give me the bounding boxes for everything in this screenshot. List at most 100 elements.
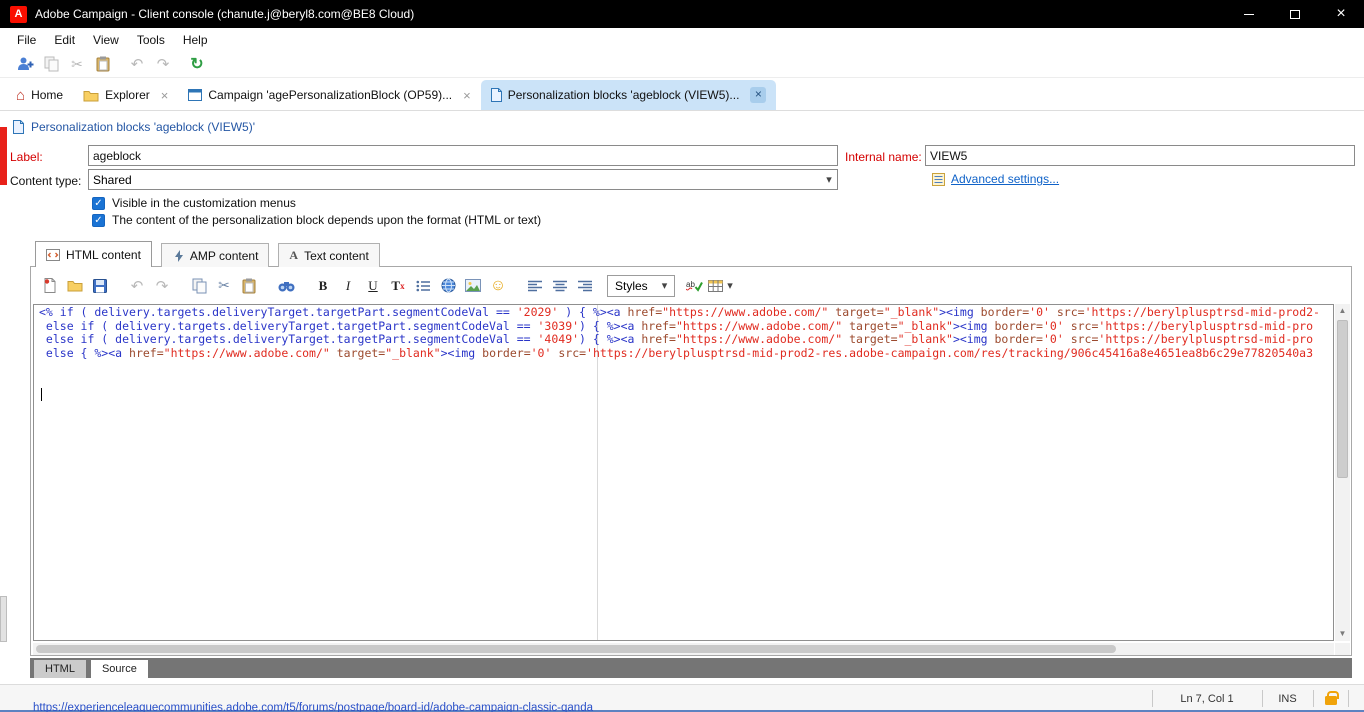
tab-amp-content-label: AMP content: [189, 248, 259, 263]
bold-button[interactable]: B: [312, 275, 334, 297]
copy-button[interactable]: [38, 53, 64, 75]
visible-checkbox[interactable]: ✓: [92, 196, 105, 210]
scissors-icon: ✂: [218, 277, 230, 293]
text-caret: [41, 388, 42, 401]
menubar: File Edit View Tools Help: [0, 28, 1364, 51]
vertical-scrollbar[interactable]: ▲ ▼: [1335, 304, 1350, 641]
new-profile-button[interactable]: [12, 53, 38, 75]
editor-undo-button[interactable]: ↶: [126, 275, 148, 297]
align-right-button[interactable]: [574, 275, 596, 297]
redo-button[interactable]: ↷: [150, 53, 176, 75]
scrollbar-corner: [1335, 643, 1350, 655]
copy-icon: [44, 56, 59, 72]
menu-item-tools[interactable]: Tools: [128, 33, 174, 47]
tab-explorer[interactable]: Explorer ×: [73, 80, 178, 110]
editor-cut-button[interactable]: ✂: [213, 275, 235, 297]
person-add-icon: [17, 56, 34, 72]
label-input[interactable]: [88, 145, 838, 166]
open-button[interactable]: [64, 275, 86, 297]
menu-item-view[interactable]: View: [84, 33, 128, 47]
tab-campaign-close-icon[interactable]: ×: [463, 88, 471, 103]
format-checkbox[interactable]: ✓: [92, 213, 105, 227]
scroll-down-icon[interactable]: ▼: [1335, 627, 1350, 641]
maximize-button[interactable]: [1272, 0, 1318, 28]
tab-campaign-label: Campaign 'agePersonalizationBlock (OP59)…: [208, 88, 453, 102]
editor-paste-button[interactable]: [238, 275, 260, 297]
horizontal-scrollbar[interactable]: [33, 643, 1334, 655]
insert-mode-indicator: INS: [1278, 692, 1297, 705]
tab-explorer-close-icon[interactable]: ×: [161, 88, 169, 103]
vertical-scrollbar-thumb[interactable]: [1337, 320, 1348, 478]
cut-button[interactable]: ✂: [64, 53, 90, 75]
insert-link-button[interactable]: [437, 275, 459, 297]
paste-button[interactable]: [90, 53, 116, 75]
table-menu-button[interactable]: ▾: [708, 275, 733, 297]
undo-button[interactable]: ↶: [124, 53, 150, 75]
content-type-select[interactable]: Shared ▾: [88, 169, 838, 190]
tab-amp-content[interactable]: AMP content: [160, 243, 270, 267]
content-type-caption: Content type:: [10, 174, 82, 188]
refresh-button[interactable]: ↻: [184, 53, 210, 75]
app-window: A Adobe Campaign - Client console (chanu…: [0, 0, 1364, 712]
underline-button[interactable]: U: [362, 275, 384, 297]
smiley-icon: ☺: [489, 276, 507, 294]
table-icon: [708, 279, 724, 292]
new-document-button[interactable]: [39, 275, 61, 297]
align-left-button[interactable]: [524, 275, 546, 297]
insert-emoticon-button[interactable]: ☺: [487, 275, 509, 297]
scissors-icon: ✂: [71, 55, 83, 72]
splitter-handle[interactable]: [0, 596, 7, 642]
align-right-icon: [578, 280, 592, 292]
close-button[interactable]: ×: [1318, 0, 1364, 28]
paste-icon: [242, 278, 256, 294]
lock-cell: [1314, 685, 1347, 712]
remove-format-sub: x: [400, 280, 405, 291]
menu-item-edit[interactable]: Edit: [45, 33, 84, 47]
folder-icon: [83, 89, 99, 102]
code-area[interactable]: <% if ( delivery.targets.deliveryTarget.…: [34, 305, 1320, 387]
internal-name-input[interactable]: [925, 145, 1355, 166]
code-editor[interactable]: <% if ( delivery.targets.deliveryTarget.…: [33, 304, 1334, 641]
view-tab-html[interactable]: HTML: [34, 660, 86, 678]
find-button[interactable]: [275, 275, 297, 297]
tab-home[interactable]: ⌂ Home: [6, 80, 73, 110]
menu-item-help[interactable]: Help: [174, 33, 217, 47]
scroll-up-icon[interactable]: ▲: [1335, 304, 1350, 318]
advanced-settings-link[interactable]: Advanced settings...: [951, 172, 1059, 186]
chevron-down-icon: ▾: [727, 280, 733, 292]
remove-format-button[interactable]: Tx: [387, 275, 409, 297]
styles-dropdown[interactable]: Styles ▾: [607, 274, 676, 297]
tab-html-content[interactable]: HTML content: [35, 241, 152, 267]
paste-icon: [96, 56, 110, 72]
view-tab-source-label: Source: [101, 663, 137, 675]
tab-campaign[interactable]: Campaign 'agePersonalizationBlock (OP59)…: [178, 80, 480, 110]
content-tabbar: HTML content AMP content A Text content: [35, 241, 380, 267]
close-icon: ×: [1336, 5, 1346, 22]
minimize-button[interactable]: [1226, 0, 1272, 28]
menu-item-file[interactable]: File: [8, 33, 45, 47]
editor-copy-button[interactable]: [188, 275, 210, 297]
spellcheck-button[interactable]: ab: [683, 275, 705, 297]
tab-text-content[interactable]: A Text content: [278, 243, 380, 267]
bullet-list-button[interactable]: [412, 275, 434, 297]
tab-personalization-blocks[interactable]: Personalization blocks 'ageblock (VIEW5)…: [480, 80, 777, 110]
breadcrumb-bar: Personalization blocks 'ageblock (VIEW5)…: [0, 112, 1364, 142]
italic-button[interactable]: I: [337, 275, 359, 297]
breadcrumb[interactable]: Personalization blocks 'ageblock (VIEW5)…: [31, 120, 255, 134]
html-content-icon: [46, 248, 60, 262]
insert-image-button[interactable]: [462, 275, 484, 297]
save-button[interactable]: [89, 275, 111, 297]
format-checkbox-row: ✓ The content of the personalization blo…: [92, 213, 541, 227]
tab-text-content-label: Text content: [304, 248, 369, 263]
editor-redo-button[interactable]: ↷: [151, 275, 173, 297]
advanced-settings-icon: [932, 172, 945, 186]
editor-toolbar: ↶ ↷ ✂ B I U Tx ☺ Styles ▾ ab ▾: [31, 267, 1351, 304]
align-left-icon: [528, 280, 542, 292]
align-center-button[interactable]: [549, 275, 571, 297]
bullet-list-icon: [416, 280, 430, 292]
minimize-icon: [1244, 13, 1254, 15]
view-tab-source[interactable]: Source: [90, 660, 148, 678]
horizontal-scrollbar-thumb[interactable]: [36, 645, 1116, 653]
home-icon: ⌂: [16, 86, 26, 104]
tab-personalization-close-icon[interactable]: ×: [750, 87, 767, 103]
